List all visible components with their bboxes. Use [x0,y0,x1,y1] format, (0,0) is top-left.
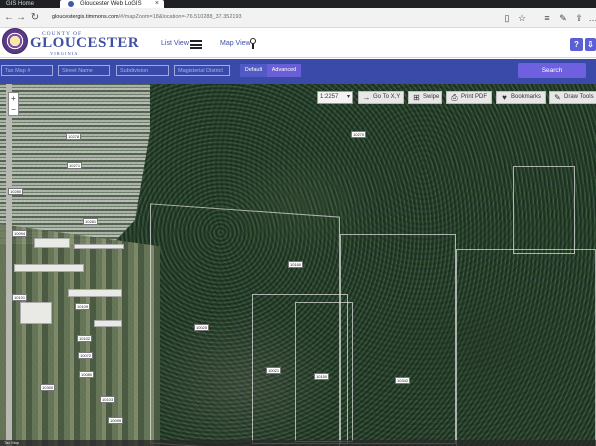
map-view-link[interactable]: Map View [220,40,251,47]
parcel-label[interactable]: 10072 [78,352,94,359]
scale-select[interactable]: 1:2257 ▾ [317,91,353,104]
building [14,264,84,272]
swipe-label: Swipe [423,94,440,100]
refresh-icon[interactable]: ↻ [28,11,42,25]
parcel-label[interactable]: 10101 [12,294,28,301]
parcel-label[interactable]: 10025 [194,324,210,331]
chevron-down-icon: ▾ [346,94,350,100]
favorite-star-icon[interactable]: ☆ [515,11,529,25]
tax-map-input[interactable] [1,65,53,76]
status-text: Tax Map [4,440,20,445]
share-icon[interactable]: ⇪ [572,11,586,25]
hub-icon[interactable]: ≡ [540,11,554,25]
download-icon[interactable]: ⇩ [585,38,596,51]
magisterial-district-input[interactable] [174,65,230,76]
zoom-in-icon[interactable]: + [9,93,18,104]
more-icon[interactable]: … [586,11,596,25]
brand-state: VIRGINIA [50,51,79,56]
parcel-boundary [295,302,353,442]
parcel-label[interactable]: 10150 [314,373,330,380]
list-icon[interactable] [190,40,202,49]
printer-icon: ⎙ [451,93,458,102]
parcel-boundary [456,249,596,446]
parcel-label[interactable]: 10099 [108,417,124,424]
advanced-search-tab[interactable]: Advanced [267,64,301,77]
parcel-label[interactable]: 10300 [40,384,56,391]
goto-xy-label: Go To X,Y [373,94,401,100]
pencil-icon: ✎ [554,93,561,102]
parcel-label[interactable]: 10103 [100,396,116,403]
parcel-label[interactable]: 10080 [79,371,95,378]
browser-tab-web-logis[interactable]: Gloucester Web LoGIS × [60,0,165,8]
parcel-label[interactable]: 10281 [83,218,99,225]
draw-tools-button[interactable]: ✎ Draw Tools [549,91,596,104]
reading-view-icon[interactable]: ▯ [500,11,514,25]
print-pdf-label: Print PDF [461,94,488,100]
goto-xy-button[interactable]: → Go To X,Y [358,91,404,104]
map-canvas[interactable]: 10270 10278 10271 10280 10281 10025 1002… [0,84,596,446]
arrow-right-icon: → [362,93,371,102]
road [6,84,12,446]
parcel-label[interactable]: 10278 [66,133,82,140]
building [68,289,122,297]
zoom-out-icon[interactable]: − [9,104,18,115]
print-pdf-button[interactable]: ⎙ Print PDF [446,91,492,104]
notes-icon[interactable]: ✎ [556,11,570,25]
draw-tools-label: Draw Tools [564,94,594,100]
brand-name[interactable]: GLOUCESTER [30,35,139,52]
list-view-link[interactable]: List View [161,40,189,47]
building [74,244,124,249]
app-window: GIS Home Gloucester Web LoGIS × ← → ↻ gl… [0,0,596,446]
swipe-icon: ⊞ [413,93,420,102]
subdivision-input[interactable] [116,65,169,76]
scale-value: 1:2257 [320,94,339,100]
browser-tab-gis-home[interactable]: GIS Home [0,0,40,8]
forward-icon[interactable]: → [14,11,28,25]
parcel-label[interactable]: 10102 [77,335,93,342]
url-domain: gloucestergis.timmons.com [52,14,119,20]
building [20,302,52,324]
parcel-label[interactable]: 10109 [75,303,91,310]
parcel-label[interactable]: 10160 [288,261,304,268]
help-button[interactable]: ? [570,38,583,51]
swipe-button[interactable]: ⊞ Swipe [408,91,442,104]
search-bar: Default Advanced Search [0,59,596,84]
parcel-boundary [340,234,456,444]
parcel-boundary [513,166,575,254]
app-header: COUNTY OF GLOUCESTER VIRGINIA List View … [0,28,596,58]
address-bar[interactable]: gloucestergis.timmons.com/#/mapZoom=18&l… [52,12,242,22]
parcel-label[interactable]: 10280 [8,188,24,195]
map-pin-icon[interactable] [250,38,256,49]
heart-icon: ♥ [502,93,507,102]
building [34,238,70,248]
search-button[interactable]: Search [518,63,586,78]
zoom-control[interactable]: + − [8,92,19,116]
parcel-label[interactable]: 10094 [12,230,28,237]
browser-nav-bar: ← → ↻ gloucestergis.timmons.com/#/mapZoo… [0,8,596,28]
browser-tab-bar: GIS Home Gloucester Web LoGIS × [0,0,596,8]
map-status-bar: Tax Map [0,440,596,446]
street-name-input[interactable] [58,65,110,76]
parcel-label[interactable]: 10270 [351,131,367,138]
parcel-label[interactable]: 10342 [395,377,411,384]
parcel-label[interactable]: 10021 [266,367,282,374]
favicon-icon [68,1,75,7]
county-seal-logo [2,28,28,54]
bookmarks-label: Bookmarks [511,94,542,100]
bookmarks-button[interactable]: ♥ Bookmarks [496,91,546,104]
url-path: /#/mapZoom=18&location=-76.510288_37.352… [118,14,242,20]
close-tab-icon[interactable]: × [155,0,159,8]
default-search-tab[interactable]: Default [240,64,267,77]
tab-title: Gloucester Web LoGIS [80,1,142,7]
building [94,320,122,327]
parcel-label[interactable]: 10271 [67,162,83,169]
